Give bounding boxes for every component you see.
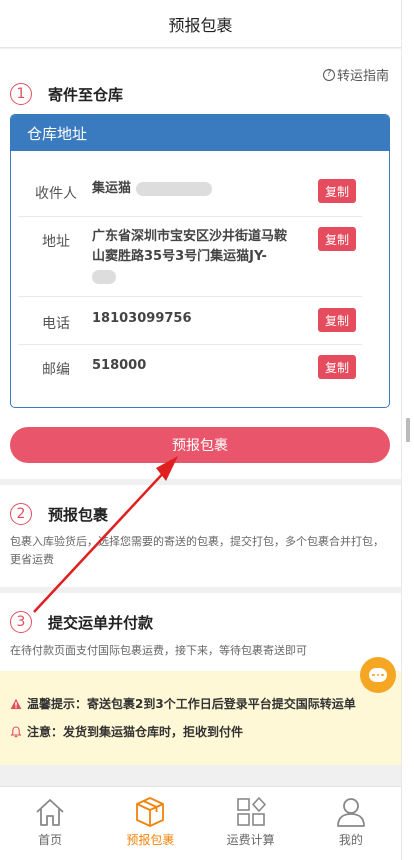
recipient-text: 集运猫: [92, 181, 132, 196]
step-3-label: 提交运单并付款: [48, 613, 154, 632]
address-value: 广东省深圳市宝安区沙井街道马鞍山窦胜路35号3号门集运猫JY-: [92, 227, 292, 287]
phone-label: 电话: [42, 316, 70, 332]
redacted-mask: [135, 181, 212, 196]
warehouse-card-title: 仓库地址: [11, 115, 389, 151]
redacted-mask: [92, 269, 116, 284]
step-1-section: ? 转运指南 1 寄件至仓库 仓库地址 收件人 集运猫 复制 地址 广东省深圳市…: [0, 49, 401, 479]
step-2-number: 2: [10, 503, 32, 525]
tip-reminder: 温馨提示：寄送包裹2到3个工作日后登录平台提交国际转运单: [10, 695, 356, 712]
step-3-description: 在待付款页面支付国际包裹运费，接下来，等待包裹寄送即可: [10, 644, 307, 657]
step-3-number: 3: [10, 611, 32, 633]
page-title: 预报包裹: [168, 15, 233, 35]
bottom-tab-bar: 首页 预报包裹 运费计算 我的: [0, 786, 401, 860]
home-icon: [36, 799, 64, 826]
address-text: 广东省深圳市宝安区沙井街道马鞍山窦胜路35号3号门集运猫JY-: [92, 229, 288, 264]
tab-forecast-label: 预报包裹: [126, 833, 175, 847]
grid-icon: [236, 797, 266, 826]
tab-shipping-calculator[interactable]: 运费计算: [201, 787, 301, 860]
bell-icon: [10, 725, 22, 737]
shipping-guide-link[interactable]: ? 转运指南: [322, 65, 389, 84]
phone-value: 18103099756: [92, 311, 192, 326]
scrollbar-handle[interactable]: [406, 418, 410, 442]
step-2-label: 预报包裹: [48, 505, 109, 524]
step-3-title: 3 提交运单并付款: [10, 611, 153, 633]
step-3-section: 3 提交运单并付款 在待付款页面支付国际包裹运费，接下来，等待包裹寄送即可: [0, 593, 401, 671]
address-row: 地址 广东省深圳市宝安区沙井街道马鞍山窦胜路35号3号门集运猫JY- 复制: [18, 217, 362, 297]
step-1-title: 1 寄件至仓库: [10, 83, 123, 105]
copy-phone-button[interactable]: 复制: [318, 308, 356, 332]
question-icon: ?: [322, 68, 335, 81]
tip-notice: 注意：发货到集运猫仓库时，拒收到付件: [10, 723, 243, 740]
box-icon: [136, 797, 165, 827]
tab-profile[interactable]: 我的: [301, 787, 401, 860]
tip-reminder-text: 温馨提示：寄送包裹2到3个工作日后登录平台提交国际转运单: [27, 697, 356, 711]
tab-shipping-calculator-label: 运费计算: [226, 833, 275, 847]
copy-zipcode-button[interactable]: 复制: [318, 355, 356, 379]
step-2-title: 2 预报包裹: [10, 503, 108, 525]
forecast-package-button[interactable]: 预报包裹: [10, 427, 390, 463]
step-1-label: 寄件至仓库: [48, 85, 124, 104]
phone-row: 电话 18103099756 复制: [18, 297, 362, 345]
tab-home-label: 首页: [38, 833, 63, 847]
recipient-row: 收件人 集运猫 复制: [18, 167, 362, 217]
tip-notice-text: 注意：发货到集运猫仓库时，拒收到付件: [27, 725, 244, 739]
zipcode-value: 518000: [92, 358, 147, 373]
customer-service-button[interactable]: [360, 657, 396, 693]
tab-profile-label: 我的: [338, 833, 363, 847]
zipcode-row: 邮编 518000 复制: [18, 345, 362, 393]
recipient-value: 集运猫: [92, 179, 292, 199]
copy-address-button[interactable]: 复制: [318, 227, 356, 251]
tab-forecast-package[interactable]: 预报包裹: [100, 787, 200, 860]
recipient-label: 收件人: [35, 186, 77, 202]
step-2-description: 包裹入库验货后，选择您需要的寄送的包裹，提交打包，多个包裹合并打包，更省运费: [10, 535, 384, 566]
shipping-guide-label: 转运指南: [336, 69, 389, 84]
tips-panel: 温馨提示：寄送包裹2到3个工作日后登录平台提交国际转运单 注意：发货到集运猫仓库…: [0, 671, 401, 765]
step-1-number: 1: [10, 83, 32, 105]
user-icon: [336, 798, 365, 827]
tab-home[interactable]: 首页: [0, 787, 100, 860]
step-2-section: 2 预报包裹 包裹入库验货后，选择您需要的寄送的包裹，提交打包，多个包裹合并打包…: [0, 485, 401, 587]
chat-icon: [369, 668, 387, 682]
warning-icon: [10, 698, 22, 709]
copy-recipient-button[interactable]: 复制: [318, 179, 356, 203]
address-label: 地址: [42, 234, 70, 250]
page-header: 预报包裹: [0, 0, 401, 48]
zipcode-label: 邮编: [42, 362, 70, 378]
